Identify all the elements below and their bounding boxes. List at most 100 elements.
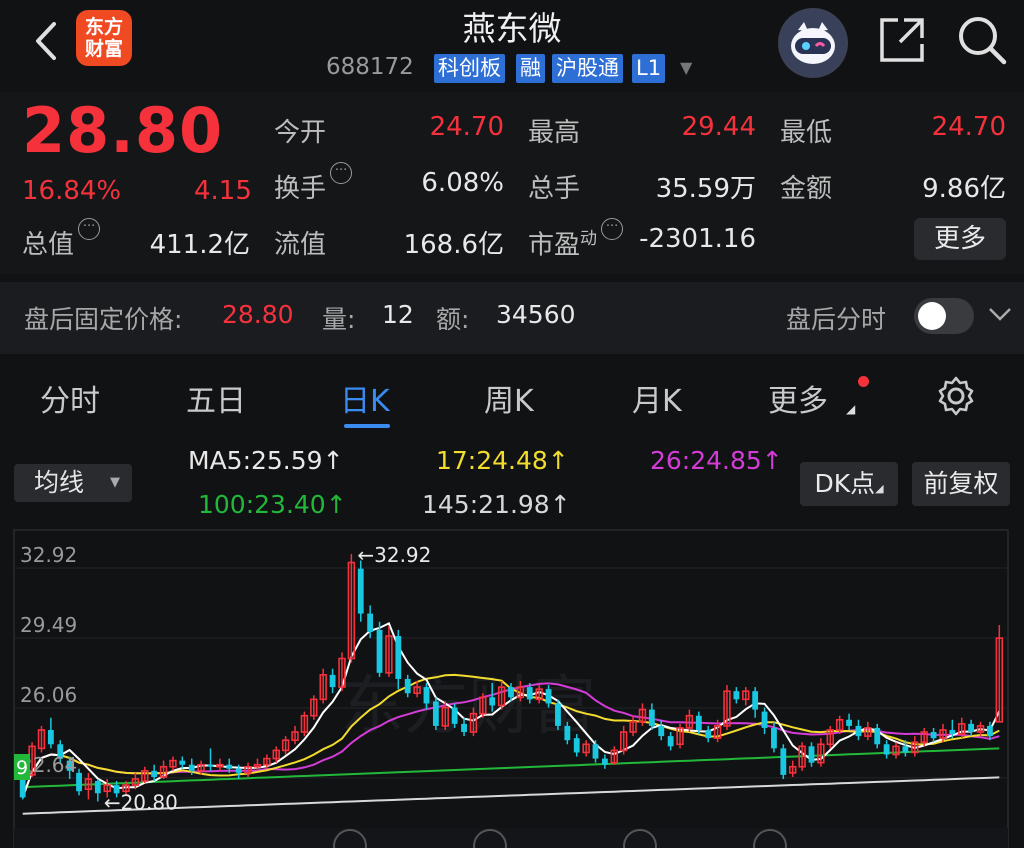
active-tab-underline <box>344 424 390 428</box>
pe-label: 市盈动··· <box>528 218 624 262</box>
high-marker: ←32.92 <box>357 543 431 567</box>
indicator-select[interactable]: 均线 ▼ <box>14 464 132 502</box>
candle-body <box>752 691 759 710</box>
candle-body <box>592 744 599 759</box>
pe-sup: 动 <box>580 229 598 249</box>
expand-chevron-icon[interactable] <box>986 300 1014 334</box>
candle-body <box>235 768 242 773</box>
tab-monthly-k[interactable]: 月K <box>632 376 682 420</box>
search-button[interactable] <box>954 12 1010 68</box>
candle-body <box>808 746 815 763</box>
candle-body <box>874 727 881 745</box>
notification-dot <box>858 376 869 387</box>
mktcap-label: 总值··· <box>22 218 101 261</box>
candle <box>555 699 561 730</box>
corner-triangle-icon: ◢ <box>846 402 856 416</box>
corner-triangle-icon: ◢ <box>875 482 884 495</box>
forward-adjust-button[interactable]: 前复权 <box>912 462 1010 506</box>
kline-chart[interactable]: 东方财富 32.9229.4926.0622.64 ←32.92←20.80 9 <box>0 528 1024 848</box>
eastmoney-logo[interactable]: 东方 财富 <box>76 10 132 66</box>
ma100-value: 100:23.40↑ <box>198 490 347 519</box>
chevron-down-icon[interactable]: ▼ <box>680 58 692 77</box>
open-label: 今开 <box>274 118 327 148</box>
share-button[interactable] <box>876 14 928 66</box>
amount-value: 9.86亿 <box>922 174 1006 204</box>
candle-body <box>226 764 233 769</box>
candle-body <box>968 723 975 733</box>
tag-board[interactable]: 科创板 <box>434 54 505 83</box>
candle-body <box>564 725 571 741</box>
candle-body <box>376 629 383 673</box>
tab-daily-k[interactable]: 日K <box>340 376 390 420</box>
chevron-down-icon <box>989 308 1011 321</box>
candle-body <box>207 764 214 767</box>
candle-body <box>705 729 712 739</box>
low-label: 最低 <box>780 118 833 148</box>
dk-point-button[interactable]: DK点◢ <box>800 462 898 506</box>
candle-body <box>508 687 514 698</box>
y-tick-label: 26.06 <box>20 683 77 707</box>
candle-body <box>367 613 374 632</box>
candle-body <box>404 678 411 694</box>
mktcap-label-text: 总值 <box>22 230 75 260</box>
chevron-left-icon <box>36 22 56 60</box>
logo-line2: 财富 <box>84 38 123 60</box>
tag-connect[interactable]: 沪股通 <box>552 54 623 83</box>
last-price: 28.80 <box>22 94 224 167</box>
mktcap-value: 411.2亿 <box>149 230 250 260</box>
candle <box>376 621 383 677</box>
candle-body <box>695 715 702 730</box>
toggle-knob <box>918 302 946 330</box>
indicator-select-label: 均线 <box>34 468 85 497</box>
candle-body <box>151 770 158 777</box>
candle-body <box>902 746 909 753</box>
candle <box>780 744 787 779</box>
change-value: 4.15 <box>194 176 252 206</box>
more-quote-button[interactable]: 更多 <box>914 218 1006 260</box>
float-value: 168.6亿 <box>403 230 504 260</box>
tab-more[interactable]: 更多 <box>768 376 828 420</box>
candle-body <box>987 725 993 737</box>
candle-body <box>94 781 101 794</box>
afterhours-amt: 34560 <box>496 300 576 329</box>
float-label: 流值 <box>274 230 327 260</box>
candle-body <box>47 729 54 745</box>
high-label: 最高 <box>528 118 581 148</box>
y-tick-label: 32.92 <box>20 543 77 567</box>
turnover-label-text: 换手 <box>274 174 327 204</box>
dk-point-label: DK点 <box>814 469 876 498</box>
tab-5day[interactable]: 五日 <box>186 376 246 420</box>
info-icon[interactable]: ··· <box>330 162 353 184</box>
candle-body <box>451 707 458 724</box>
afterhours-price: 28.80 <box>222 300 294 329</box>
y-tick-label: 29.49 <box>20 613 77 637</box>
settings-button[interactable] <box>934 374 978 418</box>
tab-weekly-k[interactable]: 周K <box>484 376 534 420</box>
stock-name: 燕东微 <box>462 9 562 48</box>
candle-body <box>432 701 439 726</box>
low-value: 24.70 <box>931 112 1006 142</box>
candle-body <box>949 729 956 735</box>
turnover-label: 换手··· <box>274 162 353 205</box>
tag-margin[interactable]: 融 <box>516 54 545 83</box>
candle-body <box>526 687 533 700</box>
robot-avatar-svg <box>780 10 846 76</box>
tag-level[interactable]: L1 <box>632 54 666 83</box>
side-badge-label: 9 <box>16 757 28 779</box>
info-icon[interactable]: ··· <box>78 218 101 240</box>
candle-body <box>883 744 890 755</box>
robot-avatar-icon[interactable] <box>778 8 848 78</box>
ma5-value: MA5:25.59↑ <box>188 446 344 475</box>
tab-intraday[interactable]: 分时 <box>40 376 100 420</box>
candle <box>357 560 364 622</box>
open-value: 24.70 <box>429 112 504 142</box>
ma26-value: 26:24.85↑ <box>650 446 783 475</box>
back-button[interactable] <box>26 16 66 66</box>
volume-value: 35.59万 <box>655 174 756 204</box>
candle-body <box>329 674 336 688</box>
pe-label-text: 市盈 <box>528 230 581 261</box>
candle-body <box>780 748 787 775</box>
candle-body <box>733 691 740 700</box>
info-icon[interactable]: ··· <box>601 218 624 240</box>
stock-code: 688172 <box>326 54 414 80</box>
